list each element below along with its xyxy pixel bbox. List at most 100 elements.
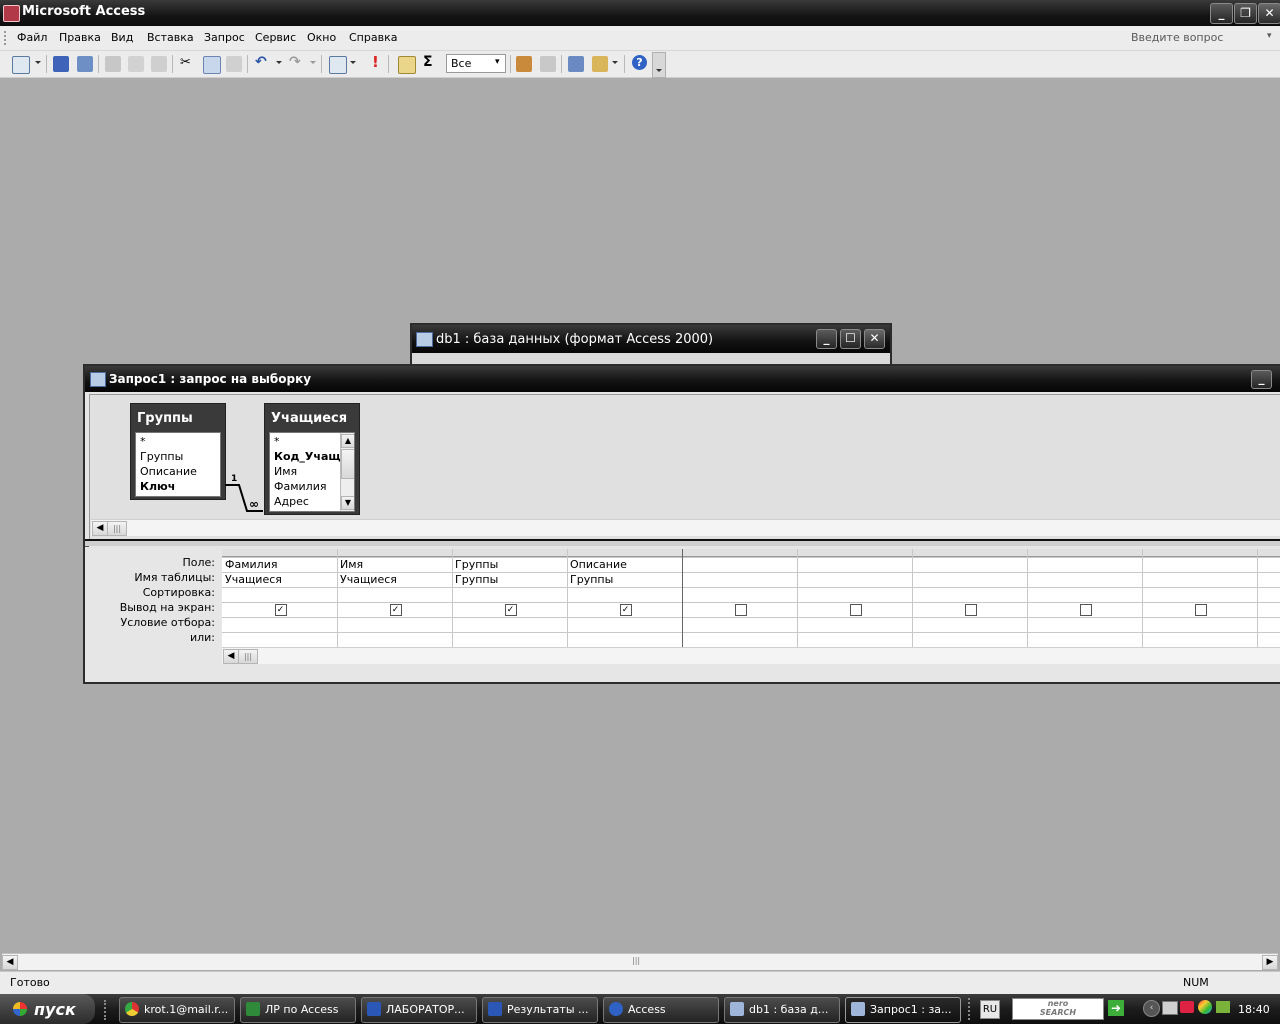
scroll-thumb[interactable]: ||| bbox=[107, 521, 127, 536]
grid-cell-table[interactable]: Учащиеся bbox=[225, 573, 334, 586]
scroll-up-icon[interactable]: ▲ bbox=[341, 434, 354, 448]
ask-question-box[interactable]: Введите вопрос ▾ bbox=[1127, 29, 1277, 46]
show-checkbox[interactable] bbox=[734, 604, 747, 616]
paste-icon[interactable] bbox=[226, 56, 242, 72]
task-query1[interactable]: Запрос1 : за... bbox=[845, 997, 961, 1023]
main-hscrollbar[interactable]: ◀ ||| ▶ bbox=[2, 953, 1278, 970]
grid-cell-criteria[interactable] bbox=[570, 618, 679, 631]
menu-help[interactable]: Справка bbox=[349, 31, 397, 44]
task-db1[interactable]: db1 : база д... bbox=[724, 997, 840, 1023]
run-icon[interactable]: ! bbox=[372, 53, 379, 71]
redo-icon[interactable]: ↷ bbox=[289, 54, 301, 70]
menu-tools[interactable]: Сервис bbox=[255, 31, 296, 44]
field-list-scrollbar[interactable]: ▲ ▼ bbox=[340, 433, 354, 511]
grid-cell-criteria[interactable] bbox=[340, 618, 449, 631]
database-window-icon[interactable] bbox=[568, 56, 584, 72]
properties-icon[interactable] bbox=[516, 56, 532, 72]
network-icon[interactable] bbox=[1162, 1001, 1178, 1015]
qbe-grid[interactable]: Фамилия Учащиеся ✓ Имя Учащиеся ✓ Группы Группы… bbox=[222, 549, 1280, 648]
help-icon[interactable]: ? bbox=[632, 55, 647, 70]
search-icon[interactable] bbox=[77, 56, 93, 72]
query-window[interactable]: Запрос1 : запрос на выборку _ Группы * Г… bbox=[83, 364, 1280, 684]
grid-cell-criteria[interactable] bbox=[915, 618, 1024, 631]
show-checkbox[interactable] bbox=[849, 604, 862, 616]
show-checkbox[interactable] bbox=[1194, 604, 1207, 616]
grid-cell-or[interactable] bbox=[225, 633, 334, 646]
close-button[interactable]: ✕ bbox=[1258, 3, 1280, 24]
print-preview-icon[interactable] bbox=[128, 56, 144, 72]
table-area[interactable]: Группы * Группы Описание Ключ 1 ∞ Учащие… bbox=[89, 394, 1280, 540]
show-checkbox-checked[interactable]: ✓ bbox=[619, 604, 632, 616]
grid-cell-sort[interactable] bbox=[225, 588, 334, 601]
field-item[interactable]: * bbox=[140, 435, 146, 448]
grid-cell-or[interactable] bbox=[1145, 633, 1254, 646]
chevron-down-icon[interactable] bbox=[612, 61, 618, 64]
cut-icon[interactable]: ✂ bbox=[180, 55, 191, 70]
chevron-down-icon[interactable]: ▾ bbox=[495, 57, 500, 67]
show-checkbox-checked[interactable]: ✓ bbox=[504, 604, 517, 616]
menu-query[interactable]: Запрос bbox=[204, 31, 245, 44]
new-object-icon[interactable] bbox=[592, 56, 608, 72]
field-list[interactable]: * Код_Учащие Имя Фамилия Адрес ▲ ▼ bbox=[269, 432, 355, 512]
task-browser[interactable]: krot.1@mail.r... bbox=[119, 997, 235, 1023]
grid-cell-field[interactable]: Описание bbox=[570, 558, 679, 571]
grid-cell-table[interactable]: Группы bbox=[455, 573, 564, 586]
grid-cell-or[interactable] bbox=[1030, 633, 1139, 646]
scroll-left-icon[interactable]: ◀ bbox=[223, 649, 239, 664]
totals-icon[interactable]: Σ bbox=[423, 54, 433, 70]
field-item[interactable]: Группы bbox=[140, 450, 183, 463]
grid-cell-sort[interactable] bbox=[570, 588, 679, 601]
scroll-thumb[interactable]: ||| bbox=[238, 649, 258, 664]
menu-view[interactable]: Вид bbox=[111, 31, 133, 44]
grid-cell-field[interactable]: Группы bbox=[455, 558, 564, 571]
field-item-key[interactable]: Ключ bbox=[140, 480, 175, 493]
go-arrow-icon[interactable]: ➜ bbox=[1108, 1000, 1124, 1016]
grid-cell-criteria[interactable] bbox=[455, 618, 564, 631]
menu-insert[interactable]: Вставка bbox=[147, 31, 194, 44]
field-item[interactable]: Фамилия bbox=[274, 480, 326, 493]
grid-cell-or[interactable] bbox=[685, 633, 794, 646]
scroll-thumb[interactable] bbox=[341, 449, 354, 479]
chevron-left-icon[interactable]: ‹ bbox=[1143, 1000, 1160, 1017]
scroll-right-icon[interactable]: ▶ bbox=[1262, 955, 1278, 970]
show-checkbox-checked[interactable]: ✓ bbox=[274, 604, 287, 616]
show-checkbox[interactable] bbox=[1079, 604, 1092, 616]
menu-edit[interactable]: Правка bbox=[59, 31, 101, 44]
qbe-grid-hscrollbar[interactable]: ◀ ||| bbox=[222, 647, 1280, 664]
builder-icon[interactable] bbox=[540, 56, 556, 72]
field-item[interactable]: Адрес bbox=[274, 495, 309, 508]
column-selector-strip[interactable] bbox=[222, 549, 1280, 557]
grid-cell-or[interactable] bbox=[455, 633, 564, 646]
menu-window[interactable]: Окно bbox=[307, 31, 336, 44]
grid-cell-sort[interactable] bbox=[800, 588, 909, 601]
grid-cell-sort[interactable] bbox=[915, 588, 1024, 601]
grid-cell-criteria[interactable] bbox=[1030, 618, 1139, 631]
grid-cell-sort[interactable] bbox=[1030, 588, 1139, 601]
grid-cell-table[interactable]: Группы bbox=[570, 573, 679, 586]
spelling-icon[interactable] bbox=[151, 56, 167, 72]
task-results[interactable]: Результаты ... bbox=[482, 997, 598, 1023]
db-close-button[interactable]: ✕ bbox=[864, 329, 885, 349]
query-type-icon[interactable] bbox=[329, 56, 347, 74]
show-checkbox[interactable] bbox=[964, 604, 977, 616]
scroll-down-icon[interactable]: ▼ bbox=[341, 496, 354, 510]
show-checkbox-checked[interactable]: ✓ bbox=[389, 604, 402, 616]
minimize-button[interactable]: _ bbox=[1210, 3, 1233, 24]
db-maximize-button[interactable]: ☐ bbox=[840, 329, 861, 349]
toolbar-options-icon[interactable] bbox=[652, 52, 666, 78]
grid-cell-or[interactable] bbox=[340, 633, 449, 646]
grid-cell-or[interactable] bbox=[800, 633, 909, 646]
field-item[interactable]: Описание bbox=[140, 465, 197, 478]
top-values-combo[interactable]: Все ▾ bbox=[446, 54, 506, 73]
grid-cell-sort[interactable] bbox=[685, 588, 794, 601]
chevron-down-icon[interactable] bbox=[350, 61, 356, 64]
grid-cell-sort[interactable] bbox=[340, 588, 449, 601]
show-table-icon[interactable] bbox=[398, 56, 416, 74]
copy-icon[interactable] bbox=[203, 56, 221, 74]
table-box-groups[interactable]: Группы * Группы Описание Ключ bbox=[130, 403, 226, 500]
table-box-students[interactable]: Учащиеся * Код_Учащие Имя Фамилия Адрес … bbox=[264, 403, 360, 515]
field-item[interactable]: * bbox=[274, 435, 280, 448]
scroll-left-icon[interactable]: ◀ bbox=[2, 955, 18, 970]
field-list[interactable]: * Группы Описание Ключ bbox=[135, 432, 221, 497]
save-icon[interactable] bbox=[53, 56, 69, 72]
